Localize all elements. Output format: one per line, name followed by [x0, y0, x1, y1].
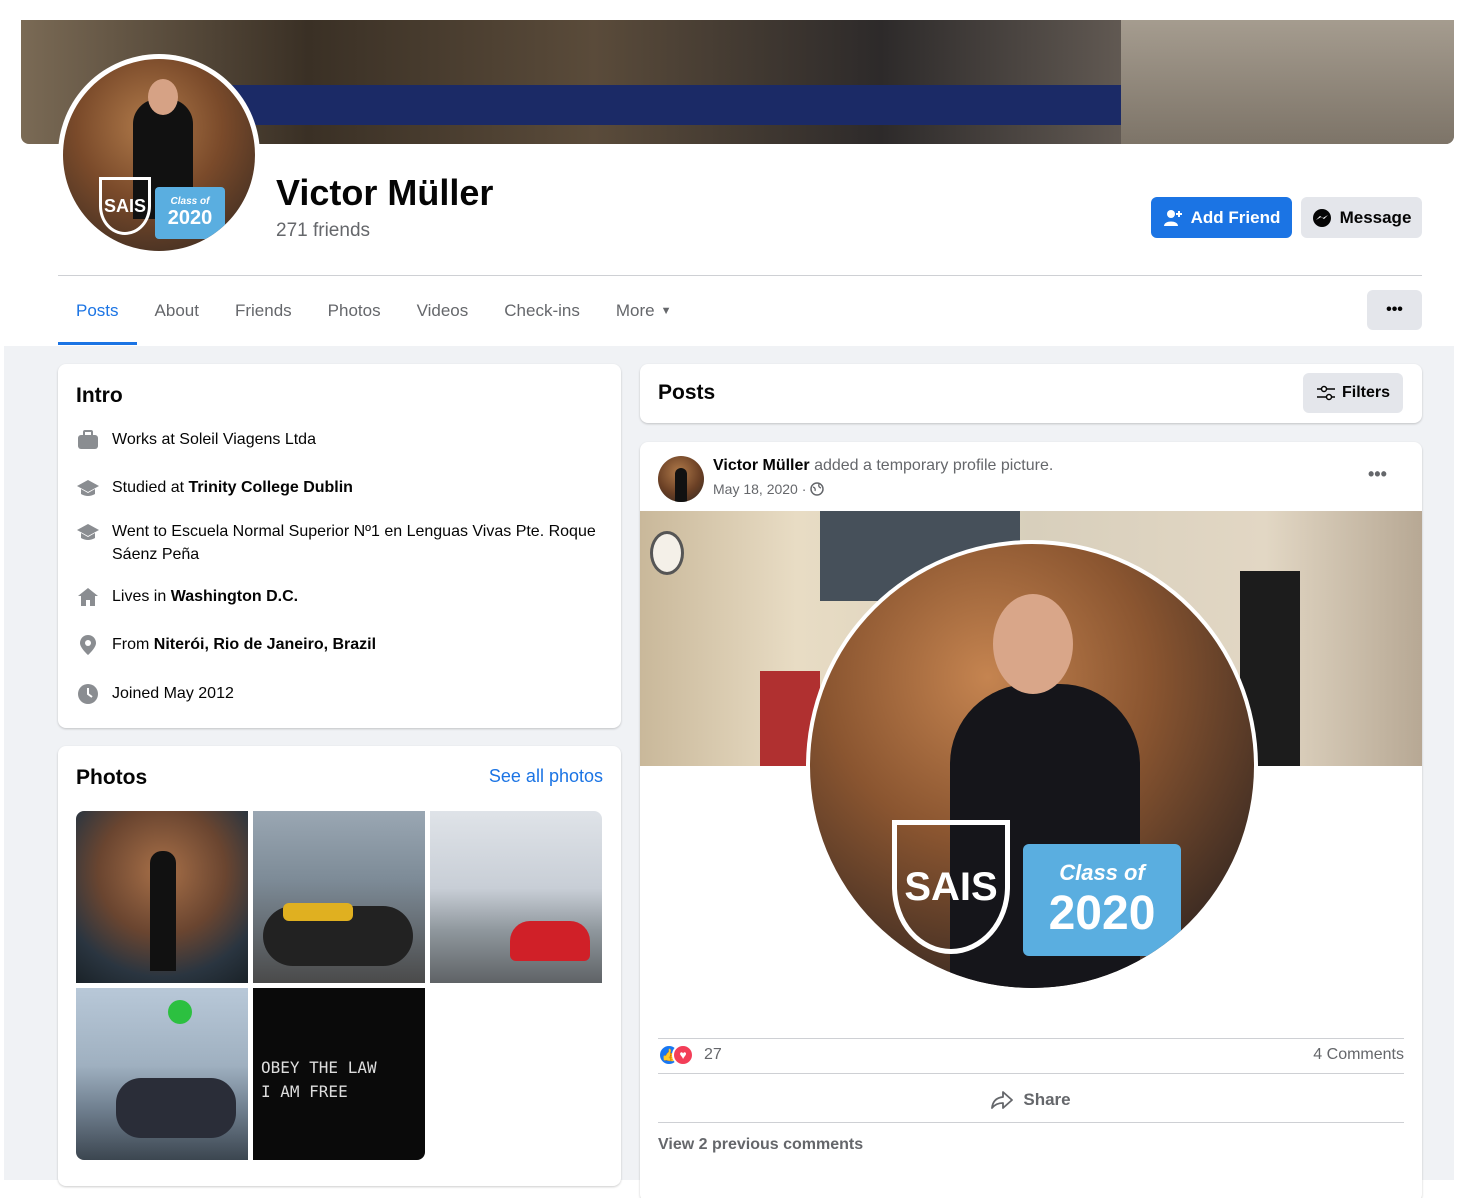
poster-line: I AM FREE [261, 1082, 348, 1101]
filters-icon [1316, 385, 1335, 401]
posts-title: Posts [658, 381, 716, 404]
see-all-photos-link[interactable]: See all photos [489, 766, 603, 787]
tab-check-ins[interactable]: Check-ins [486, 280, 598, 342]
reactions-summary[interactable]: 👍 ♥ 27 [658, 1044, 722, 1066]
post-image-clock [650, 531, 684, 575]
post-picture-face [993, 594, 1073, 694]
intro-from-link[interactable]: Niterói, Rio de Janeiro, Brazil [154, 636, 376, 653]
intro-joined-text: Joined May 2012 [112, 685, 234, 702]
cover-table [221, 85, 1121, 125]
share-icon [991, 1090, 1014, 1109]
post-profile-picture[interactable]: SAIS Class of 2020 [810, 544, 1254, 988]
graduation-cap-icon [76, 520, 100, 544]
intro-item-work: Works at Soleil Viagens Ltda [76, 428, 596, 452]
photo-thumbnail[interactable] [76, 988, 248, 1160]
class-of-badge: Class of 2020 [1023, 844, 1181, 956]
intro-from-text: From Niterói, Rio de Janeiro, Brazil [112, 636, 377, 653]
friends-count[interactable]: 271 friends [276, 220, 370, 242]
photo-thumbnail[interactable] [253, 811, 425, 983]
more-options-button[interactable]: ••• [1367, 290, 1422, 330]
sais-logo: SAIS [99, 177, 151, 235]
message-button[interactable]: Message [1301, 197, 1422, 238]
class-of-badge: Class of 2020 [155, 187, 225, 239]
caret-down-icon: ▼ [660, 305, 672, 317]
reaction-count: 27 [704, 1046, 722, 1063]
photo-tank [283, 903, 353, 921]
clock-icon [76, 682, 100, 706]
tab-about[interactable]: About [137, 280, 217, 342]
post-header-text: Victor Müller added a temporary profile … [713, 457, 1053, 475]
intro-studied-link[interactable]: Trinity College Dublin [189, 479, 353, 496]
intro-item-lives: Lives in Washington D.C. [76, 585, 596, 609]
intro-lives-text: Lives in Washington D.C. [112, 588, 299, 605]
intro-work-text: Works at Soleil Viagens Ltda [112, 431, 316, 448]
profile-avatar[interactable]: SAIS Class of 2020 [63, 59, 255, 251]
message-label: Message [1339, 207, 1412, 227]
poster-line: OBEY THE LAW [261, 1058, 377, 1077]
photo-helmet [168, 1000, 192, 1024]
photo-thumbnail[interactable] [76, 811, 248, 983]
filters-label: Filters [1341, 384, 1390, 401]
profile-name: Victor Müller [276, 172, 494, 213]
posts-header-card: Posts Filters [640, 364, 1422, 423]
post-date-row: May 18, 2020 · [713, 481, 825, 497]
header-divider [58, 275, 1422, 276]
post-author-avatar[interactable] [658, 456, 704, 502]
filters-button[interactable]: Filters [1303, 373, 1403, 413]
add-friend-button[interactable]: Add Friend [1151, 197, 1292, 238]
intro-title: Intro [76, 384, 123, 407]
tab-friends[interactable]: Friends [217, 280, 310, 342]
intro-lives-link[interactable]: Washington D.C. [171, 588, 298, 605]
photos-title: Photos [76, 766, 148, 789]
intro-studied-text: Studied at Trinity College Dublin [112, 479, 353, 496]
reaction-icons: 👍 ♥ [658, 1044, 694, 1066]
tab-more-label: More [615, 301, 655, 320]
intro-card: Intro Works at Soleil Viagens Ltda Studi… [58, 364, 621, 728]
post-avatar-figure [675, 468, 687, 502]
tab-more[interactable]: More ▼ [598, 280, 690, 342]
intro-item-studied: Studied at Trinity College Dublin [76, 476, 596, 500]
location-pin-icon [76, 633, 100, 657]
messenger-icon [1312, 208, 1331, 227]
post-author-name[interactable]: Victor Müller [713, 457, 810, 474]
graduation-cap-icon [76, 476, 100, 500]
photo-blue-bike [116, 1078, 236, 1138]
intro-item-went-to: Went to Escuela Normal Superior Nº1 en L… [76, 520, 596, 566]
share-button[interactable]: Share [658, 1077, 1404, 1123]
comments-count[interactable]: 4 Comments [1313, 1046, 1404, 1064]
photo-thumbnail[interactable] [430, 811, 602, 983]
share-label: Share [1023, 1089, 1071, 1109]
post-action-text: added a temporary profile picture. [809, 457, 1054, 474]
view-previous-comments[interactable]: View 2 previous comments [658, 1136, 863, 1154]
tab-videos[interactable]: Videos [399, 280, 487, 342]
avatar-face [148, 79, 178, 115]
home-icon [76, 585, 100, 609]
globe-icon [810, 482, 825, 496]
intro-item-from: From Niterói, Rio de Janeiro, Brazil [76, 633, 596, 657]
cover-wall [1121, 20, 1454, 144]
photo-figure [150, 851, 176, 971]
photos-card: Photos See all photos OBEY THE LAW I AM … [58, 746, 621, 1186]
post-options-button[interactable]: ••• [1368, 464, 1387, 485]
photo-thumbnail[interactable]: OBEY THE LAW I AM FREE [253, 988, 425, 1160]
tab-posts[interactable]: Posts [58, 280, 137, 345]
love-reaction-icon: ♥ [672, 1044, 694, 1066]
intro-went-to-text: Went to Escuela Normal Superior Nº1 en L… [112, 523, 596, 563]
sais-logo: SAIS [892, 820, 1010, 954]
post-date[interactable]: May 18, 2020 · [713, 481, 806, 497]
reactions-row: 👍 ♥ 27 4 Comments [658, 1038, 1404, 1074]
intro-item-joined: Joined May 2012 [76, 682, 596, 706]
photo-poster-text: OBEY THE LAW I AM FREE [261, 1056, 377, 1104]
profile-tabs: Posts About Friends Photos Videos Check-… [58, 280, 690, 346]
add-person-icon [1163, 209, 1182, 226]
photo-red-bike [510, 921, 590, 961]
add-friend-label: Add Friend [1190, 207, 1281, 227]
tab-photos[interactable]: Photos [310, 280, 399, 342]
briefcase-icon [76, 428, 100, 452]
